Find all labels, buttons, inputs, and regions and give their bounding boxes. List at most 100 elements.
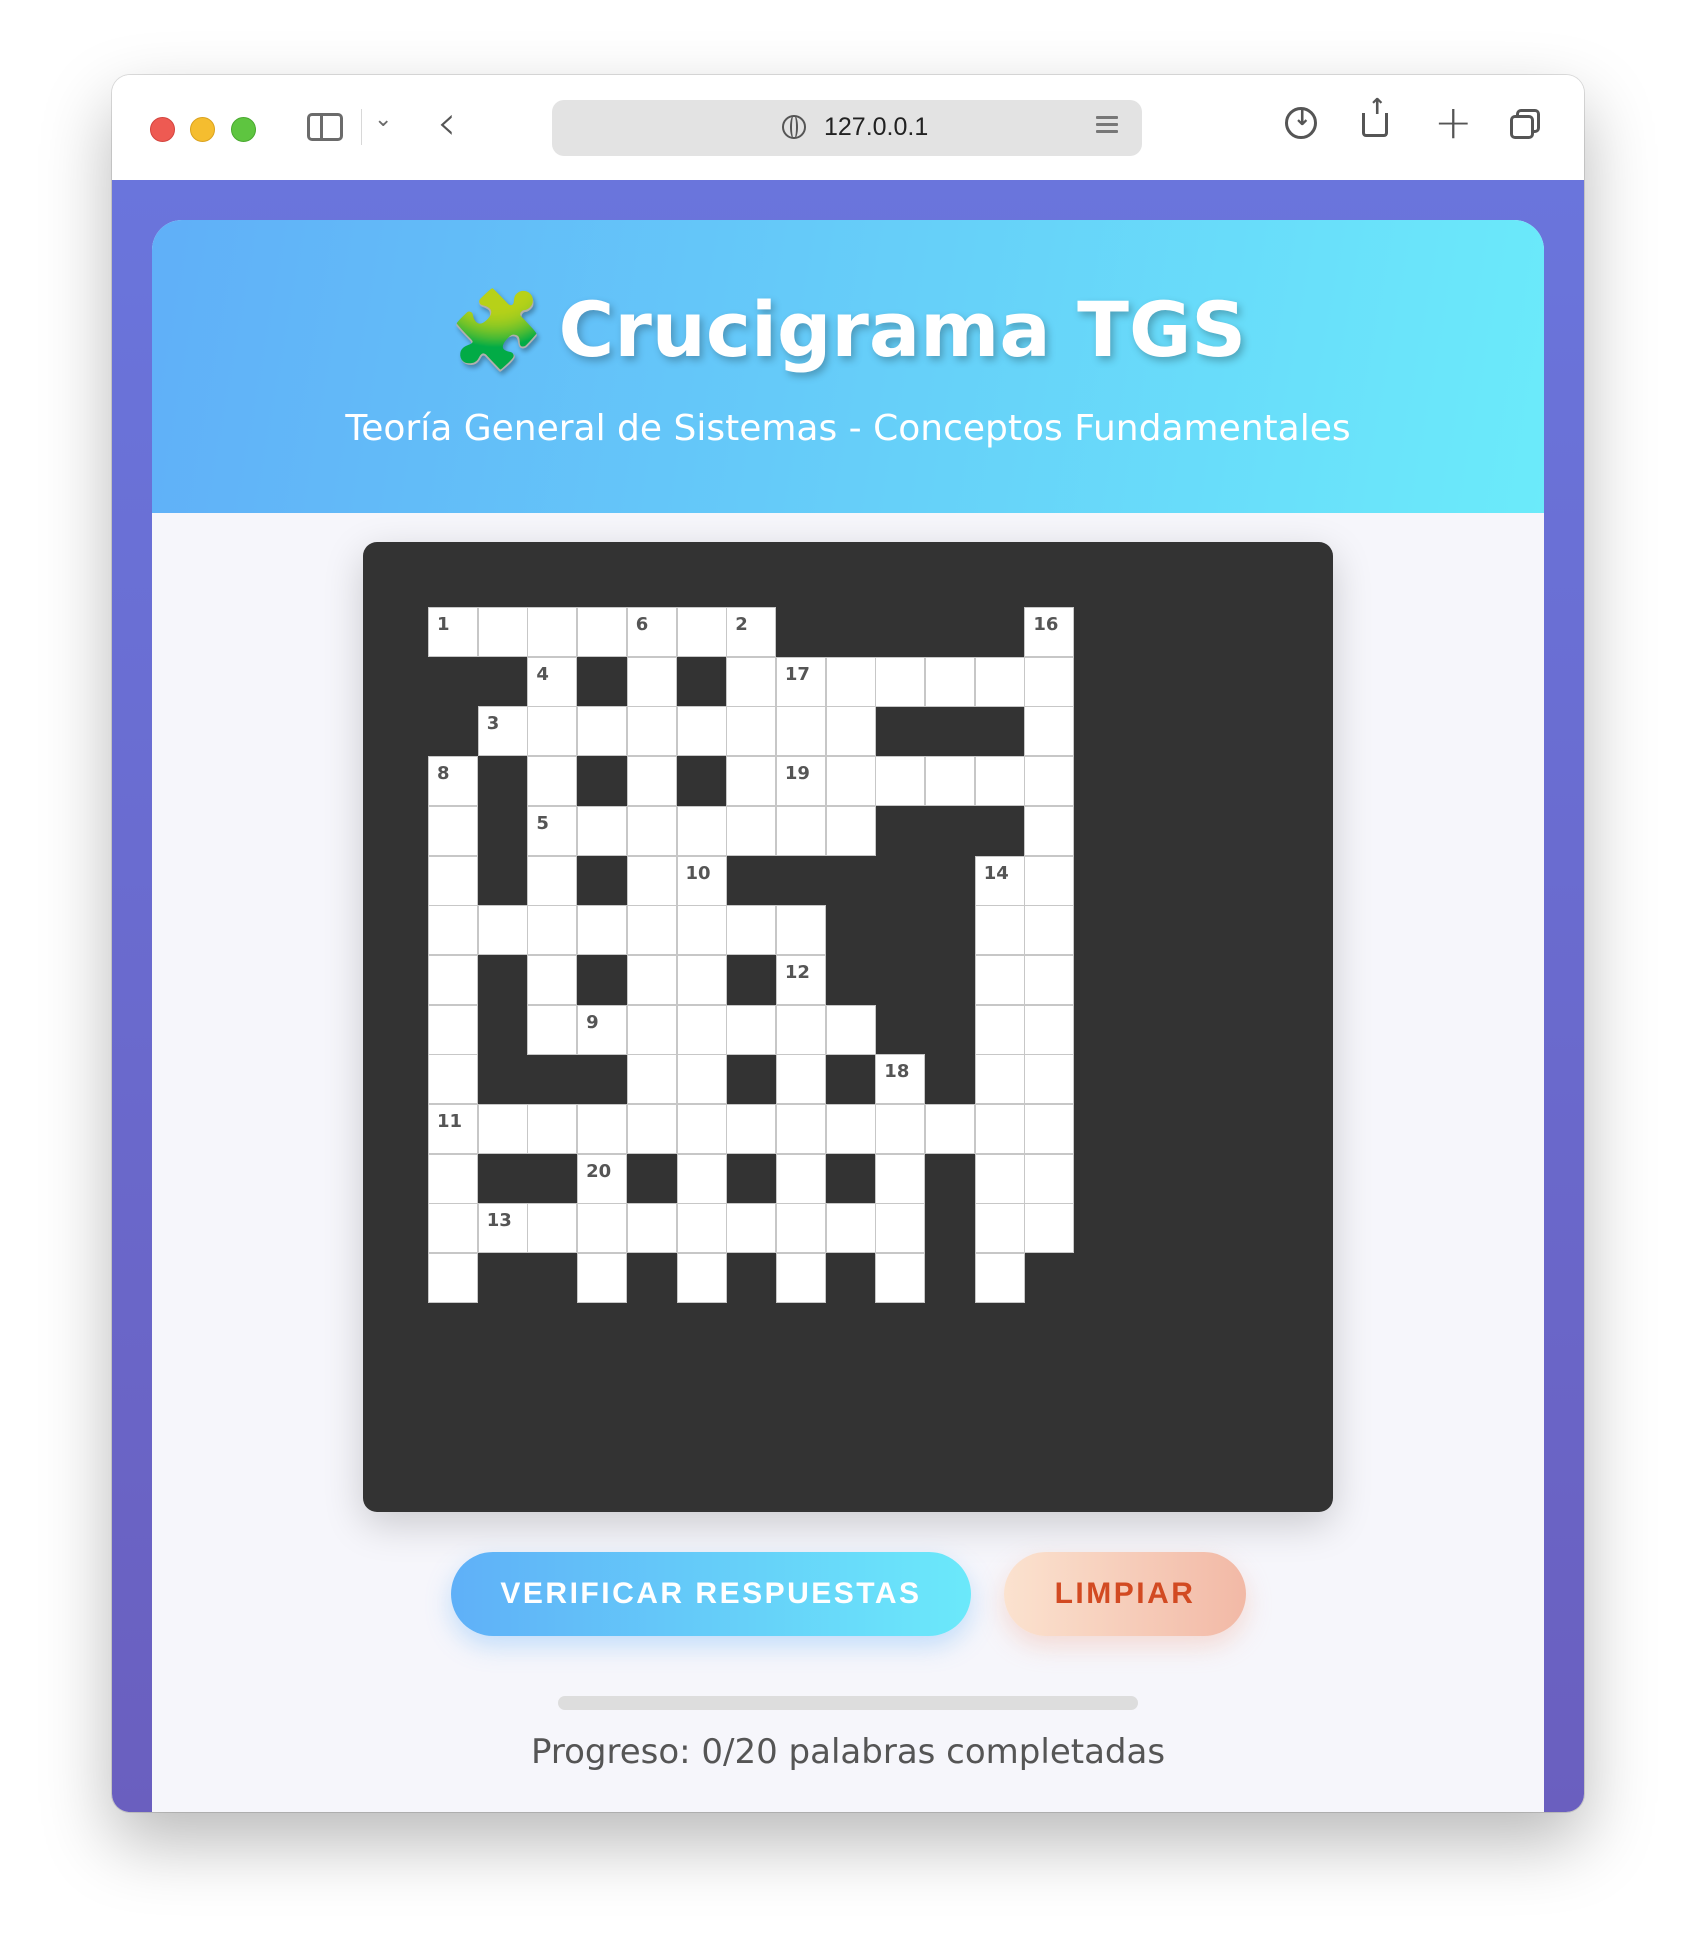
- crossword-cell[interactable]: [726, 656, 777, 707]
- maximize-window-button[interactable]: [231, 117, 256, 142]
- crossword-cell[interactable]: [775, 1054, 826, 1105]
- crossword-cell[interactable]: [577, 706, 628, 757]
- crossword-cell[interactable]: [676, 805, 727, 856]
- crossword-cell[interactable]: 14: [974, 855, 1025, 906]
- crossword-cell[interactable]: [726, 905, 777, 956]
- crossword-cell[interactable]: [1024, 756, 1075, 807]
- crossword-cell[interactable]: [726, 756, 777, 807]
- crossword-cell[interactable]: [925, 756, 975, 807]
- crossword-cell[interactable]: 5: [527, 805, 578, 856]
- crossword-cell[interactable]: [775, 805, 826, 856]
- crossword-cell[interactable]: [428, 805, 478, 856]
- crossword-cell[interactable]: [1024, 954, 1075, 1005]
- crossword-cell[interactable]: [527, 706, 578, 757]
- crossword-cell[interactable]: 12: [775, 954, 826, 1005]
- crossword-cell[interactable]: [726, 1203, 777, 1254]
- crossword-cell[interactable]: [726, 805, 777, 856]
- crossword-cell[interactable]: [527, 1104, 578, 1154]
- crossword-cell[interactable]: [428, 1004, 478, 1055]
- crossword-cell[interactable]: [626, 805, 677, 856]
- clear-button[interactable]: LIMPIAR: [1004, 1552, 1246, 1636]
- crossword-cell[interactable]: [676, 1054, 727, 1105]
- crossword-cell[interactable]: [626, 706, 677, 757]
- crossword-cell[interactable]: [825, 1203, 876, 1254]
- crossword-cell[interactable]: [676, 1203, 727, 1254]
- crossword-cell[interactable]: [974, 756, 1025, 807]
- crossword-cell[interactable]: [875, 1153, 926, 1204]
- crossword-cell[interactable]: [527, 1203, 578, 1254]
- crossword-cell[interactable]: [428, 954, 478, 1005]
- crossword-cell[interactable]: [577, 905, 628, 956]
- crossword-cell[interactable]: [626, 756, 677, 807]
- crossword-cell[interactable]: [775, 1004, 826, 1055]
- crossword-cell[interactable]: 19: [775, 756, 826, 807]
- crossword-cell[interactable]: [626, 1054, 677, 1105]
- crossword-cell[interactable]: [1024, 905, 1075, 956]
- crossword-cell[interactable]: [428, 1153, 478, 1204]
- address-bar[interactable]: 127.0.0.1: [552, 100, 1142, 156]
- crossword-cell[interactable]: [775, 905, 826, 956]
- crossword-cell[interactable]: [676, 954, 727, 1005]
- crossword-cell[interactable]: [1024, 706, 1075, 757]
- crossword-cell[interactable]: [527, 855, 578, 906]
- new-tab-icon[interactable]: +: [1434, 95, 1473, 149]
- crossword-cell[interactable]: [1024, 1203, 1075, 1254]
- crossword-cell[interactable]: 20: [577, 1153, 628, 1204]
- crossword-cell[interactable]: [825, 756, 876, 807]
- crossword-cell[interactable]: [974, 1153, 1025, 1204]
- crossword-cell[interactable]: 13: [477, 1203, 528, 1254]
- crossword-cell[interactable]: [428, 905, 478, 956]
- crossword-cell[interactable]: [577, 1104, 628, 1154]
- crossword-cell[interactable]: 6: [626, 607, 677, 657]
- crossword-cell[interactable]: [428, 1054, 478, 1105]
- crossword-cell[interactable]: [577, 1253, 628, 1304]
- crossword-cell[interactable]: [825, 1104, 876, 1154]
- crossword-cell[interactable]: [1024, 805, 1075, 856]
- crossword-cell[interactable]: [875, 1253, 926, 1304]
- crossword-cell[interactable]: [974, 1104, 1025, 1154]
- crossword-cell[interactable]: [825, 706, 876, 757]
- crossword-cell[interactable]: [676, 1153, 727, 1204]
- chevron-down-icon[interactable]: ⌄: [374, 107, 392, 132]
- crossword-cell[interactable]: [676, 905, 727, 956]
- share-icon[interactable]: ↑: [1362, 95, 1388, 137]
- download-icon[interactable]: [1285, 106, 1317, 139]
- crossword-cell[interactable]: [726, 706, 777, 757]
- crossword-cell[interactable]: [974, 656, 1025, 707]
- crossword-cell[interactable]: [1024, 1153, 1075, 1204]
- crossword-cell[interactable]: [676, 607, 727, 657]
- crossword-cell[interactable]: [775, 1104, 826, 1154]
- crossword-cell[interactable]: [875, 656, 926, 707]
- crossword-cell[interactable]: [577, 1203, 628, 1254]
- crossword-cell[interactable]: [626, 1104, 677, 1154]
- reader-mode-icon[interactable]: [1096, 116, 1118, 140]
- crossword-cell[interactable]: [875, 1203, 926, 1254]
- crossword-cell[interactable]: [428, 1203, 478, 1254]
- crossword-cell[interactable]: [626, 954, 677, 1005]
- crossword-cell[interactable]: [577, 607, 628, 657]
- crossword-cell[interactable]: 8: [428, 756, 478, 807]
- crossword-cell[interactable]: 4: [527, 656, 578, 707]
- crossword-cell[interactable]: 18: [875, 1054, 926, 1105]
- crossword-cell[interactable]: [477, 607, 528, 657]
- crossword-cell[interactable]: 9: [577, 1004, 628, 1055]
- crossword-cell[interactable]: [974, 905, 1025, 956]
- crossword-cell[interactable]: [626, 1203, 677, 1254]
- crossword-cell[interactable]: [477, 905, 528, 956]
- crossword-cell[interactable]: [825, 805, 876, 856]
- crossword-cell[interactable]: 10: [676, 855, 727, 906]
- crossword-cell[interactable]: [925, 1104, 975, 1154]
- crossword-cell[interactable]: [527, 607, 578, 657]
- crossword-cell[interactable]: [925, 656, 975, 707]
- crossword-cell[interactable]: 16: [1024, 607, 1075, 657]
- crossword-cell[interactable]: [726, 1004, 777, 1055]
- crossword-cell[interactable]: [1024, 1054, 1075, 1105]
- crossword-cell[interactable]: 3: [477, 706, 528, 757]
- tab-overview-icon[interactable]: [1510, 109, 1542, 141]
- crossword-cell[interactable]: [676, 1104, 727, 1154]
- crossword-cell[interactable]: [626, 1004, 677, 1055]
- crossword-cell[interactable]: [527, 1004, 578, 1055]
- crossword-cell[interactable]: [825, 656, 876, 707]
- crossword-cell[interactable]: [1024, 1004, 1075, 1055]
- crossword-cell[interactable]: [974, 1203, 1025, 1254]
